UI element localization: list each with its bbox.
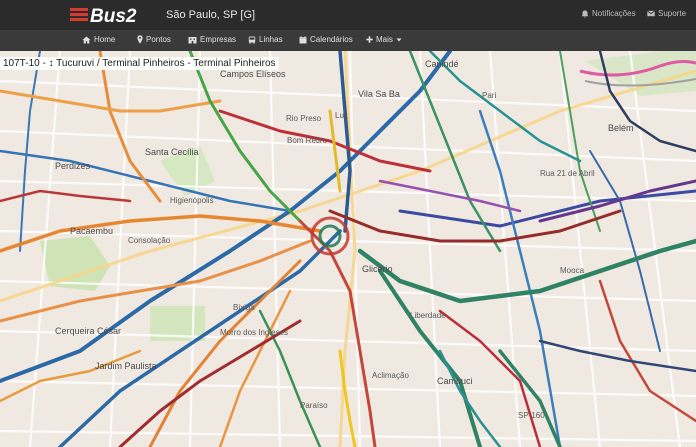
- support-link[interactable]: Suporte: [647, 9, 686, 18]
- route-map[interactable]: Campos Elíseos Santa Cecília Perdizes Pa…: [0, 51, 696, 447]
- notifications-label: Notificações: [592, 9, 636, 18]
- map-label: Campos Elíseos: [220, 69, 286, 79]
- nav-calendarios[interactable]: Calendários: [299, 35, 353, 44]
- nav-pontos-label: Pontos: [146, 35, 171, 44]
- city-title[interactable]: São Paulo, SP [G]: [166, 9, 255, 21]
- nav-calendarios-label: Calendários: [310, 35, 353, 44]
- map-label: Glicério: [362, 264, 393, 274]
- map-label: Cambuci: [437, 376, 473, 386]
- map-label: Rio Preso: [286, 114, 322, 123]
- map-label: Bixiga: [233, 303, 255, 312]
- map-pin-icon: [137, 35, 143, 44]
- map-canvas[interactable]: [0, 51, 696, 447]
- plus-icon: [366, 36, 373, 43]
- map-label: SP-160: [518, 411, 545, 420]
- nav-home-label: Home: [94, 35, 116, 44]
- nav-empresas-label: Empresas: [200, 35, 237, 44]
- map-label: Luz: [335, 111, 348, 120]
- top-header: Bus2 São Paulo, SP [G] Notificações Supo…: [0, 0, 696, 30]
- main-nav: Home Pontos Empresas Linhas Calendários …: [0, 30, 696, 52]
- logo-text: Bus2: [90, 6, 137, 26]
- map-label: Morro dos Ingleses: [220, 328, 289, 337]
- map-label: Paraíso: [300, 401, 328, 410]
- building-icon: [188, 36, 197, 43]
- map-label: Santa Cecília: [145, 147, 199, 157]
- nav-pontos[interactable]: Pontos: [137, 35, 171, 44]
- nav-linhas-label: Linhas: [259, 35, 283, 44]
- map-label: Vila Sa Ba: [358, 89, 400, 99]
- nav-linhas[interactable]: Linhas: [248, 35, 283, 44]
- map-label: Canindé: [425, 59, 459, 69]
- nav-mais[interactable]: Mais: [366, 35, 402, 44]
- map-label: Bom Retiro: [287, 136, 328, 145]
- caret-down-icon: [396, 38, 402, 41]
- map-label: Mooca: [560, 266, 585, 275]
- notifications-link[interactable]: Notificações: [581, 9, 636, 18]
- route-label[interactable]: 107T-10 - ↕ Tucuruvi / Terminal Pinheiro…: [0, 57, 279, 70]
- map-label: Consolação: [128, 236, 171, 245]
- calendar-icon: [299, 35, 307, 43]
- map-label: Belém: [608, 123, 634, 133]
- bus-icon: [248, 36, 256, 44]
- map-label: Cerqueira César: [55, 326, 122, 336]
- map-label: Jardim Paulista: [95, 361, 157, 371]
- map-label: Pacaembu: [70, 226, 114, 236]
- home-icon: [82, 36, 91, 43]
- envelope-icon: [647, 10, 655, 17]
- bell-icon: [581, 10, 589, 18]
- nav-home[interactable]: Home: [82, 35, 115, 44]
- nav-empresas[interactable]: Empresas: [188, 35, 236, 44]
- map-label: Pari: [482, 91, 497, 100]
- map-label: Perdizes: [55, 161, 91, 171]
- map-label: Liberdade: [410, 311, 446, 320]
- map-label: Higienópolis: [170, 196, 214, 205]
- map-label: Aclimação: [372, 371, 409, 380]
- nav-mais-label: Mais: [376, 35, 393, 44]
- map-label: Rua 21 de Abril: [540, 169, 595, 178]
- support-label: Suporte: [658, 9, 687, 18]
- bus2-logo[interactable]: Bus2: [70, 4, 150, 26]
